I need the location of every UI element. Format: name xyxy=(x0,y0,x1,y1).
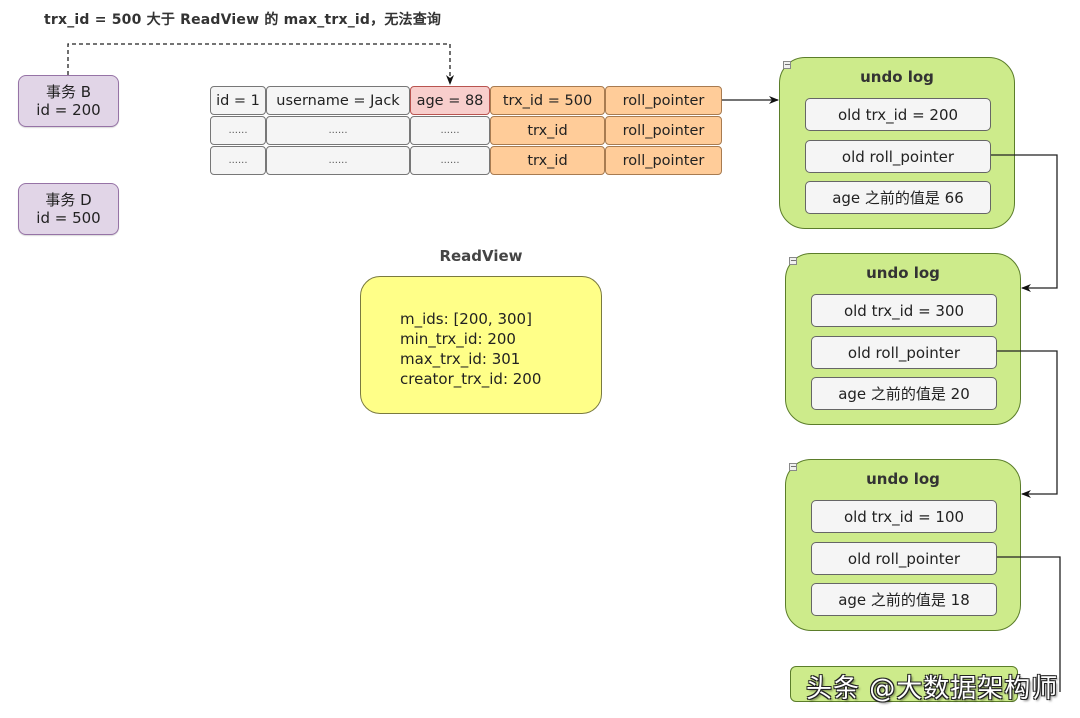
cell-id: id = 1 xyxy=(210,86,266,115)
cell-roll-pointer: roll_pointer xyxy=(605,86,722,115)
undo-old-roll-pointer: old roll_pointer xyxy=(811,542,997,575)
cell-age: ...... xyxy=(410,116,490,145)
undo-old-age: age 之前的值是 20 xyxy=(811,377,997,410)
readview-m-ids: m_ids: [200, 300] xyxy=(400,310,532,328)
undo-log-2: − undo log old trx_id = 300 old roll_poi… xyxy=(785,253,1021,425)
transaction-id: id = 200 xyxy=(36,101,101,119)
dashed-arrow-txn-b-to-age xyxy=(67,43,454,85)
undo-log-title: undo log xyxy=(860,68,934,86)
undo-old-trx-id: old trx_id = 300 xyxy=(811,294,997,327)
readview-title: ReadView xyxy=(439,247,523,265)
cell-roll-pointer: roll_pointer xyxy=(605,146,722,175)
cell-trx-id: trx_id = 500 xyxy=(490,86,605,115)
undo-log-title: undo log xyxy=(866,264,940,282)
diagram-caption: trx_id = 500 大于 ReadView 的 max_trx_id，无法… xyxy=(44,12,442,28)
undo-log-title: undo log xyxy=(866,470,940,488)
cell-username: username = Jack xyxy=(266,86,410,115)
cell-trx-id: trx_id xyxy=(490,146,605,175)
cell-roll-pointer: roll_pointer xyxy=(605,116,722,145)
cell-trx-id: trx_id xyxy=(490,116,605,145)
undo-log-1: − undo log old trx_id = 200 old roll_poi… xyxy=(779,57,1015,229)
transaction-b: 事务 B id = 200 xyxy=(18,75,119,127)
cell-id: ...... xyxy=(210,116,266,145)
cell-age: ...... xyxy=(410,146,490,175)
transaction-name: 事务 D xyxy=(45,191,92,209)
transaction-id: id = 500 xyxy=(36,209,101,227)
cell-username: ...... xyxy=(266,116,410,145)
undo-log-3: − undo log old trx_id = 100 old roll_poi… xyxy=(785,459,1021,631)
readview-min-trx-id: min_trx_id: 200 xyxy=(400,330,516,348)
undo-old-age: age 之前的值是 66 xyxy=(805,181,991,214)
undo-old-roll-pointer: old roll_pointer xyxy=(811,336,997,369)
undo-old-trx-id: old trx_id = 200 xyxy=(805,98,991,131)
readview-box: m_ids: [200, 300] min_trx_id: 200 max_tr… xyxy=(360,276,602,414)
cell-id: ...... xyxy=(210,146,266,175)
cell-age: age = 88 xyxy=(410,86,490,115)
cell-username: ...... xyxy=(266,146,410,175)
watermark: 头条 @大数据架构师 xyxy=(806,674,1059,704)
undo-old-age: age 之前的值是 18 xyxy=(811,583,997,616)
readview-max-trx-id: max_trx_id: 301 xyxy=(400,350,521,368)
undo-old-trx-id: old trx_id = 100 xyxy=(811,500,997,533)
readview-creator-trx-id: creator_trx_id: 200 xyxy=(400,370,542,388)
transaction-d: 事务 D id = 500 xyxy=(18,183,119,235)
transaction-name: 事务 B xyxy=(45,83,92,101)
undo-old-roll-pointer: old roll_pointer xyxy=(805,140,991,173)
